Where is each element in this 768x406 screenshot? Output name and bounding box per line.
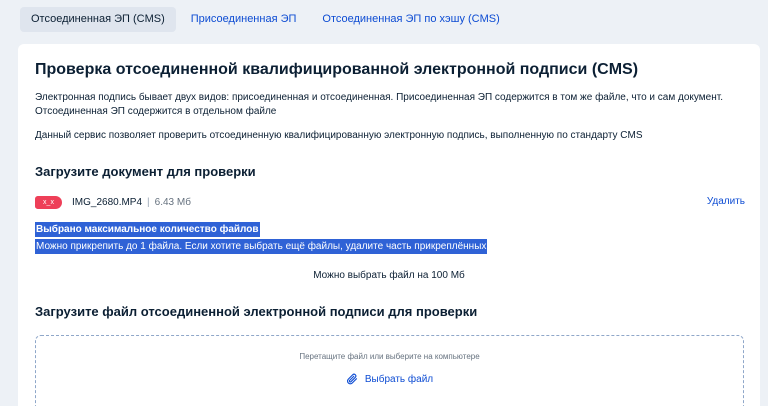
- limit-message: Можно прикрепить до 1 файла. Если хотите…: [35, 239, 488, 254]
- description-signature-types: Электронная подпись бывает двух видов: п…: [35, 92, 723, 117]
- attached-file-row: x_x IMG_2680.MP4 | 6.43 Мб Удалить: [35, 193, 745, 211]
- tab-bar: Отсоединенная ЭП (CMS) Присоединенная ЭП…: [20, 7, 515, 32]
- choose-file-button[interactable]: Выбрать файл: [36, 373, 743, 385]
- tab-detached-cms[interactable]: Отсоединенная ЭП (CMS): [20, 7, 176, 32]
- tab-detached-hash-cms[interactable]: Отсоединенная ЭП по хэшу (CMS): [311, 7, 510, 32]
- page-title: Проверка отсоединенной квалифицированной…: [35, 61, 639, 78]
- signature-upload-heading: Загрузите файл отсоединенной электронной…: [35, 304, 478, 319]
- video-file-icon: x_x: [35, 195, 62, 209]
- tab-attached[interactable]: Присоединенная ЭП: [180, 7, 308, 32]
- delete-file-button[interactable]: Удалить: [707, 196, 745, 207]
- description-service: Данный сервис позволяет проверить отсоед…: [35, 130, 643, 141]
- limit-title: Выбрано максимальное количество файлов: [35, 222, 260, 237]
- main-card: Проверка отсоединенной квалифицированной…: [18, 44, 760, 406]
- file-separator: |: [147, 196, 150, 208]
- document-upload-heading: Загрузите документ для проверки: [35, 164, 256, 179]
- choose-file-label: Выбрать файл: [364, 373, 434, 385]
- file-size: 6.43 Мб: [154, 196, 191, 208]
- signature-dropzone[interactable]: Перетащите файл или выберите на компьюте…: [35, 335, 744, 406]
- file-name: IMG_2680.MP4: [72, 196, 143, 208]
- dropzone-hint: Перетащите файл или выберите на компьюте…: [299, 352, 480, 361]
- max-size-note: Можно выбрать файл на 100 Мб: [313, 270, 465, 281]
- paperclip-icon: [346, 373, 357, 385]
